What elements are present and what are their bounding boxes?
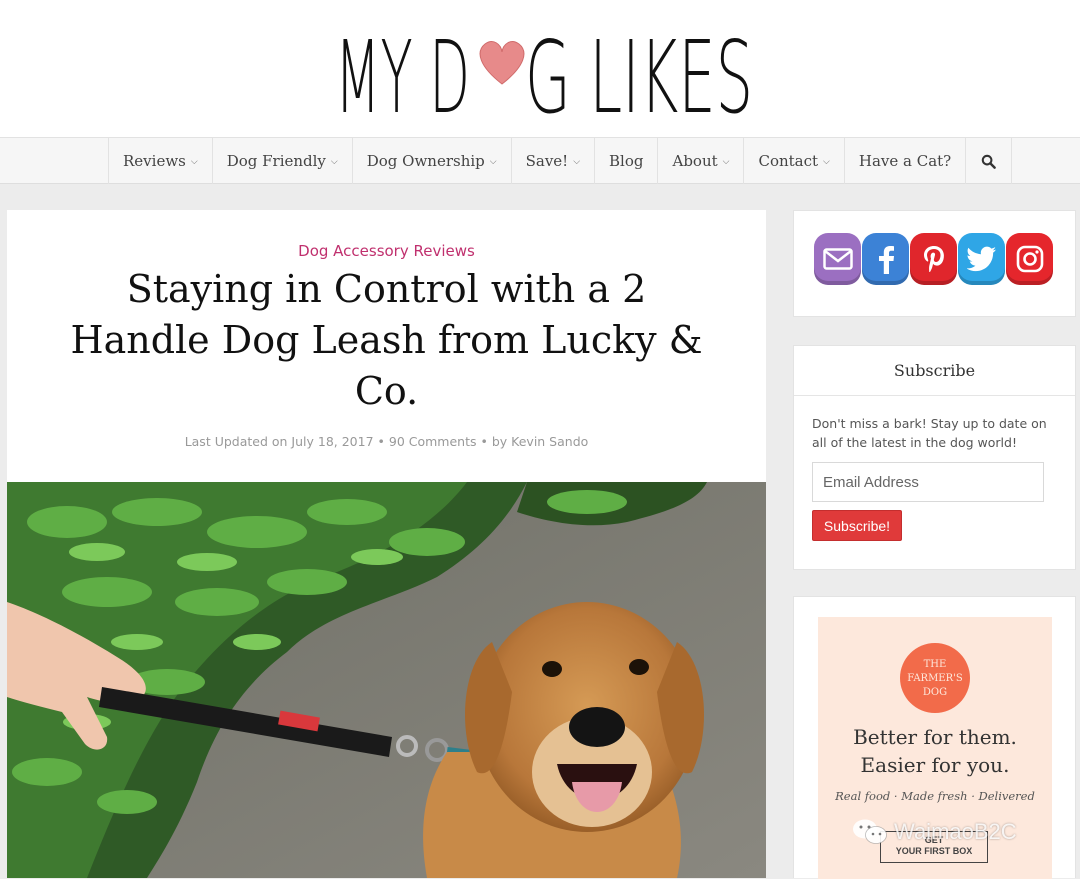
chevron-down-icon: ⌵ [823,157,830,167]
main-nav: Reviews ⌵ Dog Friendly ⌵ Dog Ownership ⌵ Sa… [0,137,1080,184]
email-share-button[interactable] [814,233,861,285]
chevron-down-icon: ⌵ [573,157,581,167]
nav-label: Dog Friendly [226,152,326,170]
article-card: Dog Accessory Reviews Staying in Control… [7,210,766,878]
nav-label: Reviews [123,152,186,170]
social-widget [793,210,1076,317]
author-link[interactable]: Kevin Sando [511,434,588,449]
ad-headline: Better for them. [853,725,1017,749]
nav-label: Have a Cat? [858,152,952,170]
comments-link[interactable]: 90 Comments [389,434,477,449]
chevron-down-icon: ⌵ [489,157,497,167]
nav-item-have-a-cat[interactable]: Have a Cat? [845,138,967,184]
pinterest-button[interactable] [910,233,957,285]
nav-item-dog-ownership[interactable]: Dog Ownership ⌵ [353,138,512,184]
instagram-icon [1016,245,1043,273]
chevron-down-icon: ⌵ [190,157,198,167]
subscribe-description: Don't miss a bark! Stay up to date on al… [812,416,1047,450]
watermark-text: WaimaoB2C [894,819,1017,844]
dog-photo [7,482,766,878]
title-line: Handle Dog Leash from Lucky & [70,318,703,362]
search-icon [981,154,997,169]
heart-icon [479,41,525,85]
nav-item-contact[interactable]: Contact ⌵ [744,138,845,184]
pinterest-icon [923,246,944,272]
badge-line: THE [924,659,947,670]
article-meta: Last Updated on July 18, 2017 • 90 Comme… [7,434,766,449]
nav-item-blog[interactable]: Blog [595,138,659,184]
meta-separator: • [373,434,389,449]
nav-item-dog-friendly[interactable]: Dog Friendly ⌵ [213,138,353,184]
logo-text-right: G LIKES [525,19,753,124]
badge-line: FARMER'S [907,673,963,684]
wechat-icon [853,819,887,844]
nav-label: About [672,152,718,170]
social-icons [814,233,1053,285]
twitter-button[interactable] [958,233,1005,285]
nav-menu: Reviews ⌵ Dog Friendly ⌵ Dog Ownership ⌵ Sa… [108,138,1013,184]
watermark: WaimaoB2C [852,818,1017,846]
badge-line: DOG [923,687,947,698]
article-category-link[interactable]: Dog Accessory Reviews [7,242,766,260]
site-logo[interactable]: MY D G LIKES [335,12,755,124]
meta-separator: • by [476,434,512,449]
nav-label: Contact [758,152,819,170]
nav-label: Blog [609,152,644,170]
title-line: Staying in Control with a 2 [126,267,647,311]
cta-line: YOUR FIRST BOX [895,846,973,856]
ad-tagline: Real food · Made fresh · Delivered [835,789,1035,803]
farmers-dog-logo: THE FARMER'S DOG [900,643,970,713]
chevron-down-icon: ⌵ [722,157,730,167]
search-button[interactable] [966,138,1013,184]
nav-item-about[interactable]: About ⌵ [658,138,745,184]
logo-text-left: MY D [335,19,470,124]
subscribe-button[interactable]: Subscribe! [812,510,902,541]
title-line: Co. [354,369,419,413]
facebook-button[interactable] [862,233,909,285]
farmers-dog-badge: THE FARMER'S DOG [907,659,963,698]
nav-item-reviews[interactable]: Reviews ⌵ [109,138,213,184]
last-updated: Last Updated on July 18, 2017 [184,434,374,449]
subscribe-heading: Subscribe [794,346,1075,396]
site-header: MY D G LIKES [0,0,1080,137]
nav-label: Dog Ownership [366,152,485,170]
email-field[interactable] [812,462,1044,502]
twitter-icon [966,246,996,272]
instagram-button[interactable] [1006,233,1053,285]
subscribe-widget: Subscribe Don't miss a bark! Stay up to … [793,345,1076,570]
chevron-down-icon: ⌵ [330,157,338,167]
ad-subheadline: Easier for you. [860,753,1010,777]
email-icon [822,248,853,270]
nav-label: Save! [525,152,569,170]
facebook-icon [878,246,894,274]
nav-item-save[interactable]: Save! ⌵ [512,138,596,184]
article-title: Staying in Control with a 2 Handle Dog L… [47,264,726,417]
